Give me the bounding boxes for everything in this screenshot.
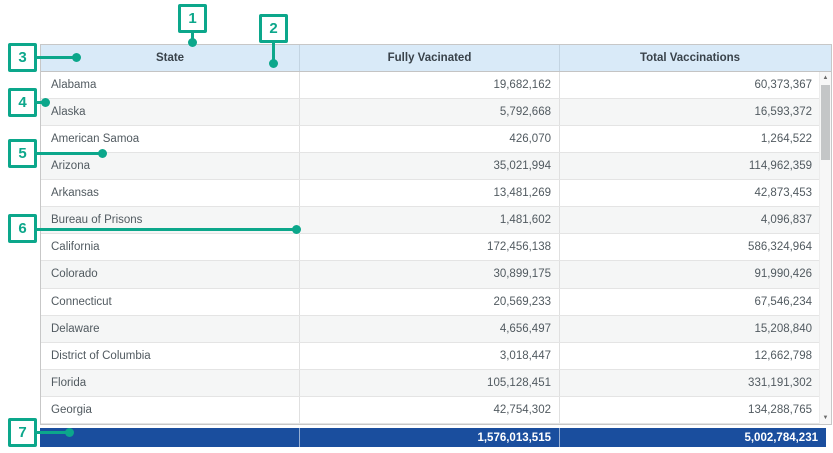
fully-vacinated-cell: 426,070 xyxy=(300,126,560,152)
fully-vacinated-cell: 3,018,447 xyxy=(300,343,560,369)
state-cell: Alabama xyxy=(41,72,300,98)
fully-vacinated-cell: 13,481,269 xyxy=(300,180,560,206)
scroll-down-icon[interactable]: ▼ xyxy=(820,412,831,424)
column-header-total-vaccinations[interactable]: Total Vaccinations xyxy=(560,45,820,71)
table-row[interactable]: Alabama19,682,16260,373,367 xyxy=(41,72,820,99)
callout-5-connector xyxy=(34,152,100,155)
table-row[interactable]: Delaware4,656,49715,208,840 xyxy=(41,316,820,343)
totals-total-vaccinations-cell: 5,002,784,231 xyxy=(560,428,826,447)
callout-4-marker: 4 xyxy=(8,88,37,117)
table-body: Alabama19,682,16260,373,367Alaska5,792,6… xyxy=(41,72,820,424)
state-cell: District of Columbia xyxy=(41,343,300,369)
table-row[interactable]: Florida105,128,451331,191,302 xyxy=(41,370,820,397)
total-vaccinations-cell: 60,373,367 xyxy=(560,72,820,98)
callout-2-dot xyxy=(269,59,278,68)
callout-6-marker: 6 xyxy=(8,214,37,243)
totals-row: 1,576,013,515 5,002,784,231 xyxy=(40,428,826,447)
state-cell: American Samoa xyxy=(41,126,300,152)
fully-vacinated-cell: 172,456,138 xyxy=(300,234,560,260)
callout-6-dot xyxy=(292,225,301,234)
fully-vacinated-cell: 5,792,668 xyxy=(300,99,560,125)
total-vaccinations-cell: 16,593,372 xyxy=(560,99,820,125)
scroll-up-icon[interactable]: ▲ xyxy=(820,72,831,84)
state-cell: Arizona xyxy=(41,153,300,179)
state-cell: Florida xyxy=(41,370,300,396)
vertical-scrollbar[interactable]: ▲ ▼ xyxy=(819,72,831,424)
callout-5-dot xyxy=(98,149,107,158)
state-cell: Colorado xyxy=(41,261,300,287)
column-header-fully-vacinated[interactable]: Fully Vacinated xyxy=(300,45,560,71)
header-filler xyxy=(820,45,831,71)
total-vaccinations-cell: 42,873,453 xyxy=(560,180,820,206)
table-row[interactable]: Connecticut20,569,23367,546,234 xyxy=(41,289,820,316)
totals-state-cell xyxy=(40,428,300,447)
total-vaccinations-cell: 67,546,234 xyxy=(560,289,820,315)
callout-1-marker: 1 xyxy=(178,4,207,33)
callout-1-dot xyxy=(188,38,197,47)
state-cell: Connecticut xyxy=(41,289,300,315)
scrollbar-thumb[interactable] xyxy=(821,85,830,160)
callout-7-marker: 7 xyxy=(8,418,37,447)
callout-3-connector xyxy=(34,56,74,59)
callout-7-connector xyxy=(34,431,68,434)
total-vaccinations-cell: 114,962,359 xyxy=(560,153,820,179)
fully-vacinated-cell: 30,899,175 xyxy=(300,261,560,287)
table-header-row: State Fully Vacinated Total Vaccinations xyxy=(41,45,831,72)
callout-2-marker: 2 xyxy=(259,14,288,43)
state-cell: Delaware xyxy=(41,316,300,342)
callout-4-dot xyxy=(41,98,50,107)
callout-2-connector xyxy=(272,41,275,61)
totals-fully-vacinated-cell: 1,576,013,515 xyxy=(300,428,560,447)
fully-vacinated-cell: 20,569,233 xyxy=(300,289,560,315)
table-row[interactable]: Arizona35,021,994114,962,359 xyxy=(41,153,820,180)
total-vaccinations-cell: 91,990,426 xyxy=(560,261,820,287)
fully-vacinated-cell: 4,656,497 xyxy=(300,316,560,342)
callout-3-dot xyxy=(72,53,81,62)
table-row[interactable]: Arkansas13,481,26942,873,453 xyxy=(41,180,820,207)
fully-vacinated-cell: 19,682,162 xyxy=(300,72,560,98)
callout-5-marker: 5 xyxy=(8,139,37,168)
callout-7-dot xyxy=(65,428,74,437)
total-vaccinations-cell: 1,264,522 xyxy=(560,126,820,152)
vaccination-table-page: State Fully Vacinated Total Vaccinations… xyxy=(0,0,833,453)
fully-vacinated-cell: 35,021,994 xyxy=(300,153,560,179)
callout-6-connector xyxy=(34,228,294,231)
total-vaccinations-cell: 4,096,837 xyxy=(560,207,820,233)
state-cell: Arkansas xyxy=(41,180,300,206)
table-row[interactable]: Colorado30,899,17591,990,426 xyxy=(41,261,820,288)
fully-vacinated-cell: 1,481,602 xyxy=(300,207,560,233)
total-vaccinations-cell: 331,191,302 xyxy=(560,370,820,396)
total-vaccinations-cell: 586,324,964 xyxy=(560,234,820,260)
table-row[interactable]: American Samoa426,0701,264,522 xyxy=(41,126,820,153)
total-vaccinations-cell: 15,208,840 xyxy=(560,316,820,342)
table-row[interactable]: Georgia42,754,302134,288,765 xyxy=(41,397,820,424)
table-row[interactable]: California172,456,138586,324,964 xyxy=(41,234,820,261)
total-vaccinations-cell: 134,288,765 xyxy=(560,397,820,423)
callout-3-marker: 3 xyxy=(8,43,37,72)
table-row[interactable]: Alaska5,792,66816,593,372 xyxy=(41,99,820,126)
table-row[interactable]: District of Columbia3,018,44712,662,798 xyxy=(41,343,820,370)
data-table: State Fully Vacinated Total Vaccinations… xyxy=(40,44,832,425)
total-vaccinations-cell: 12,662,798 xyxy=(560,343,820,369)
state-cell: Alaska xyxy=(41,99,300,125)
fully-vacinated-cell: 42,754,302 xyxy=(300,397,560,423)
state-cell: Georgia xyxy=(41,397,300,423)
state-cell: California xyxy=(41,234,300,260)
fully-vacinated-cell: 105,128,451 xyxy=(300,370,560,396)
